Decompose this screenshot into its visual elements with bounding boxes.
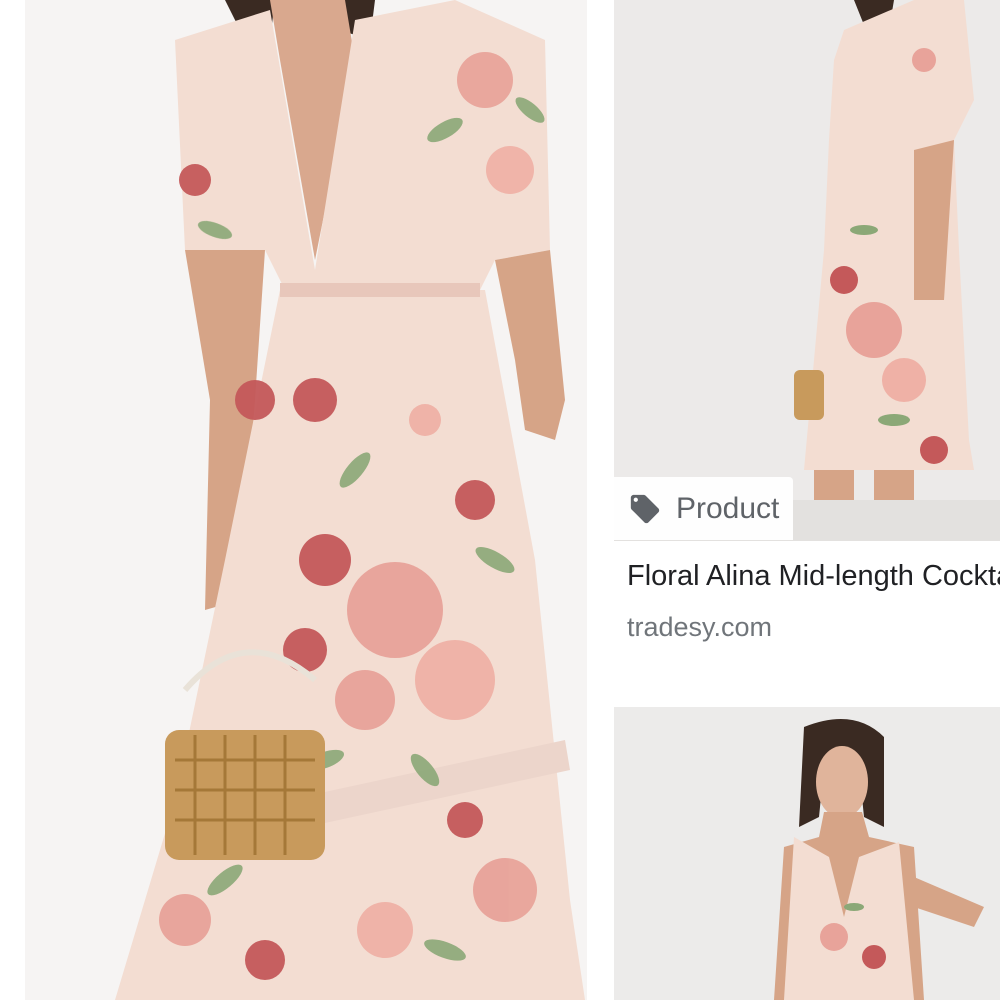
result-source[interactable]: tradesy.com	[627, 612, 772, 643]
result-thumbnail[interactable]	[614, 0, 1000, 541]
dress-thumbnail-illustration	[614, 0, 1000, 541]
tag-icon	[628, 492, 662, 526]
floral-dress-illustration	[25, 0, 587, 1000]
dress-thumbnail-illustration-2	[614, 707, 1000, 1000]
result-thumbnail-2[interactable]	[614, 707, 1000, 1000]
main-image-floral-dress[interactable]	[25, 0, 587, 1000]
result-card[interactable]: Product Floral Alina Mid-length Cocktail…	[614, 0, 1000, 680]
image-search-results: Product Floral Alina Mid-length Cocktail…	[0, 0, 1000, 1000]
result-title[interactable]: Floral Alina Mid-length Cocktail Dress	[627, 560, 1000, 593]
product-badge-label: Product	[676, 491, 780, 525]
product-badge: Product	[614, 477, 794, 540]
